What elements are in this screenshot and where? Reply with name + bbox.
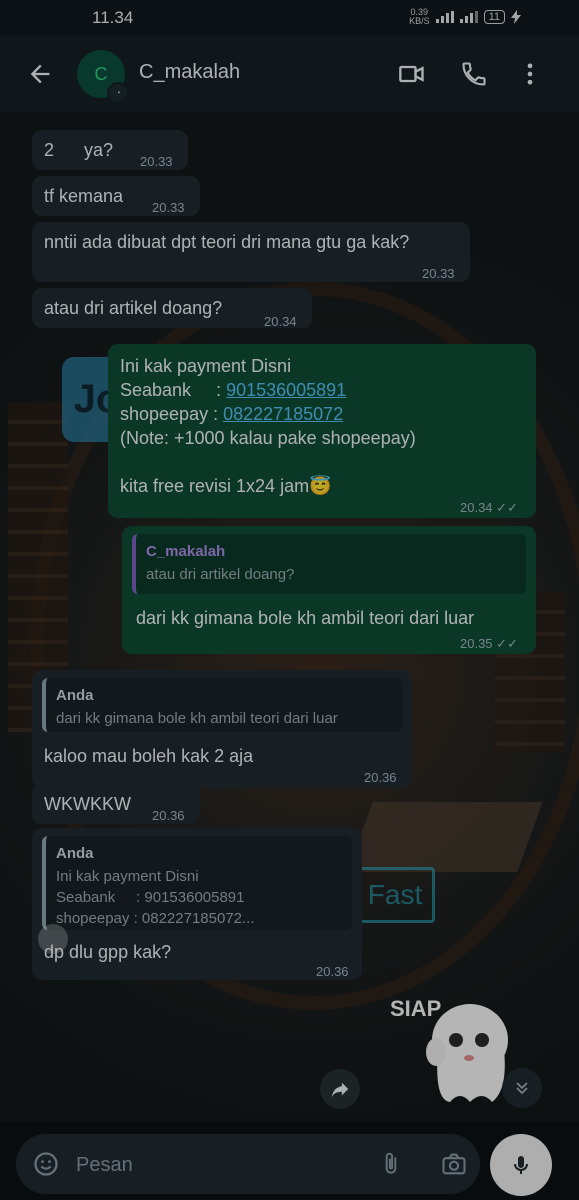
message-incoming[interactable]: Anda Ini kak payment Disni Seabank : 901… bbox=[32, 828, 362, 980]
reply-quote[interactable]: C_makalah atau dri artikel doang? bbox=[132, 534, 526, 594]
message-time: 20.34 bbox=[264, 314, 297, 329]
message-time: 20.34 ✓✓ bbox=[460, 500, 518, 515]
message-incoming[interactable]: nntii ada dibuat dpt teori dri mana gtu … bbox=[32, 222, 470, 282]
battery-icon: 11 bbox=[483, 10, 505, 24]
status-icons: 0.39 KB/S 11 bbox=[409, 8, 521, 26]
message-text: kaloo mau boleh kak 2 aja bbox=[44, 746, 254, 766]
message-time: 20.33 bbox=[152, 200, 185, 215]
forward-icon bbox=[331, 1082, 349, 1098]
chevron-down-double-icon bbox=[516, 1082, 528, 1095]
message-incoming[interactable]: WKWKKW 20.36 bbox=[32, 784, 200, 824]
back-arrow-icon[interactable] bbox=[26, 60, 54, 88]
quote-text: dari kk gimana bole kh ambil teori dari … bbox=[56, 710, 338, 727]
charging-icon bbox=[511, 10, 521, 24]
emoji-sticker-icon[interactable] bbox=[32, 1150, 60, 1178]
attach-icon[interactable] bbox=[378, 1150, 404, 1178]
status-time: 11.34 bbox=[92, 8, 134, 27]
message-text: tf kemana bbox=[44, 186, 124, 206]
reply-quote[interactable]: Anda Ini kak payment Disni Seabank : 901… bbox=[42, 836, 352, 930]
message-text: 2 ya? bbox=[44, 140, 114, 160]
message-outgoing[interactable]: Ini kak payment Disni Seabank : 90153600… bbox=[108, 344, 536, 518]
quote-author: Anda bbox=[56, 845, 94, 862]
message-time: 20.36 bbox=[316, 964, 349, 979]
video-call-icon[interactable] bbox=[398, 60, 426, 88]
seabank-line: Seabank : 901536005891 bbox=[120, 380, 347, 400]
shopeepay-line: shopeepay : 082227185072 bbox=[120, 404, 344, 424]
shopeepay-number-link[interactable]: 082227185072 bbox=[223, 404, 343, 424]
quote-text: atau dri artikel doang? bbox=[146, 566, 295, 583]
touch-indicator bbox=[38, 924, 68, 954]
more-options-icon[interactable] bbox=[516, 60, 544, 88]
quote-text: Ini kak payment Disni Seabank : 90153600… bbox=[56, 868, 255, 927]
reply-quote[interactable]: Anda dari kk gimana bole kh ambil teori … bbox=[42, 678, 402, 732]
quote-author: C_makalah bbox=[146, 543, 226, 560]
message-time: 20.36 bbox=[152, 808, 185, 823]
chat-header: C ◔ C_makalah bbox=[0, 36, 579, 112]
message-text: nntii ada dibuat dpt teori dri mana gtu … bbox=[44, 232, 410, 252]
forward-button[interactable] bbox=[320, 1069, 360, 1109]
net-speed: 0.39 KB/S bbox=[409, 7, 430, 26]
contact-name[interactable]: C_makalah bbox=[139, 61, 240, 84]
message-time: 20.33 bbox=[422, 266, 455, 281]
message-incoming[interactable]: 2 ya? 20.33 bbox=[32, 130, 188, 170]
message-incoming[interactable]: tf kemana 20.33 bbox=[32, 176, 200, 216]
payment-line: Ini kak payment Disni bbox=[120, 356, 292, 376]
note-line: (Note: +1000 kalau pake shopeepay) bbox=[120, 428, 416, 448]
status-bar: 11.34 0.39 KB/S 11 bbox=[0, 0, 579, 36]
double-check-icon: ✓✓ bbox=[496, 500, 518, 515]
message-outgoing[interactable]: C_makalah atau dri artikel doang? dari k… bbox=[122, 526, 536, 654]
message-composer bbox=[16, 1134, 480, 1194]
wallpaper-fast-sign: Fast bbox=[355, 867, 435, 923]
message-time: 20.35 ✓✓ bbox=[460, 636, 518, 651]
quote-author: Anda bbox=[56, 687, 94, 704]
signal-icon bbox=[435, 11, 454, 23]
message-text: dari kk gimana bole kh ambil teori dari … bbox=[136, 608, 475, 628]
phone-call-icon[interactable] bbox=[460, 60, 488, 88]
seabank-number-link[interactable]: 901536005891 bbox=[226, 380, 346, 400]
message-incoming[interactable]: atau dri artikel doang? 20.34 bbox=[32, 288, 312, 329]
status-badge-icon: ◔ bbox=[107, 82, 129, 104]
revisi-line: kita free revisi 1x24 jam😇 bbox=[120, 476, 332, 496]
message-text: WKWKKW bbox=[44, 794, 131, 814]
message-input[interactable] bbox=[74, 1146, 358, 1184]
message-time: 20.36 bbox=[364, 770, 397, 785]
double-check-icon: ✓✓ bbox=[496, 636, 518, 651]
message-text: atau dri artikel doang? bbox=[44, 298, 223, 318]
message-incoming[interactable]: Anda dari kk gimana bole kh ambil teori … bbox=[32, 670, 412, 788]
voice-record-button[interactable] bbox=[490, 1134, 552, 1196]
scroll-to-bottom-button[interactable] bbox=[502, 1068, 542, 1108]
ghost-sticker-icon[interactable] bbox=[420, 990, 510, 1110]
message-time: 20.33 bbox=[140, 154, 173, 169]
wallpaper-book bbox=[347, 802, 543, 872]
camera-icon[interactable] bbox=[440, 1150, 468, 1178]
microphone-icon bbox=[514, 1156, 528, 1174]
payment-details: Ini kak payment Disni Seabank : 90153600… bbox=[120, 354, 416, 498]
chat-area[interactable]: Jo Fast 2 ya? 20.33 tf kemana 20.33 nnti… bbox=[0, 112, 579, 1122]
signal-4g-icon bbox=[459, 11, 478, 23]
